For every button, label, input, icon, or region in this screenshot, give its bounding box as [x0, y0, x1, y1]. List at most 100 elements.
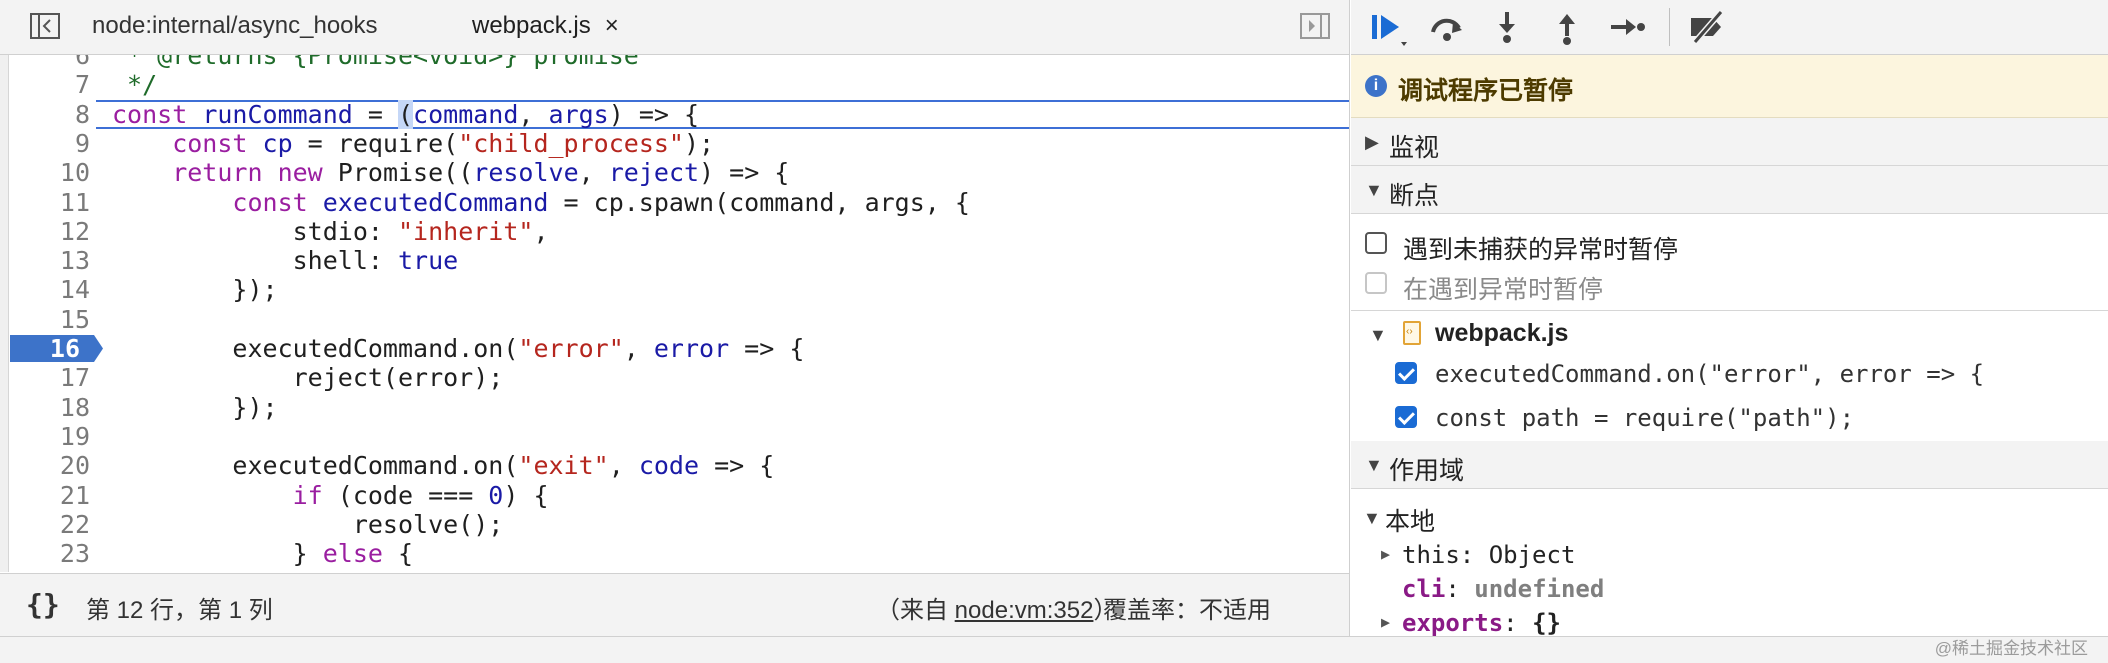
code-line[interactable]: 19	[0, 422, 1349, 451]
property-key: cli	[1402, 575, 1446, 603]
line-number[interactable]: 23	[10, 539, 90, 568]
tab-async-hooks[interactable]: node:internal/async_hooks	[92, 0, 378, 54]
section-scope[interactable]: ▼ 作用域	[1351, 441, 2108, 489]
code-line[interactable]: 9 const cp = require("child_process");	[0, 129, 1349, 158]
step-icon[interactable]	[1607, 8, 1647, 46]
line-number[interactable]: 9	[10, 129, 90, 158]
line-number[interactable]: 8	[10, 100, 90, 129]
code-line[interactable]: 22 resolve();	[0, 510, 1349, 539]
code-line[interactable]: 24 reject();	[0, 568, 1349, 572]
source-link[interactable]: node:vm:352	[955, 597, 1094, 624]
section-breakpoints[interactable]: ▼ 断点	[1351, 166, 2108, 214]
code-line[interactable]: 11 const executedCommand = cp.spawn(comm…	[0, 188, 1349, 217]
code-line[interactable]: 21 if (code === 0) {	[0, 481, 1349, 510]
code-token: resolve();	[112, 509, 504, 539]
line-number[interactable]: 6	[10, 55, 90, 70]
code-token: = cp.spawn(command, args, {	[548, 187, 970, 217]
line-number[interactable]: 7	[10, 70, 90, 99]
scope-property[interactable]: cli: undefined	[1351, 573, 2108, 607]
sidebar-toggle-icon[interactable]	[28, 11, 62, 41]
code-token: =	[352, 99, 398, 129]
code-token: });	[112, 392, 278, 422]
code-token: executedCommand.on(	[112, 451, 519, 481]
breakpoint-file-name: webpack.js	[1435, 319, 1569, 347]
code-line[interactable]: 17 reject(error);	[0, 363, 1349, 392]
close-icon[interactable]: ×	[605, 12, 619, 39]
breakpoint-checkbox[interactable]	[1395, 362, 1417, 384]
breakpoint-checkbox[interactable]	[1395, 406, 1417, 428]
pause-uncaught-row[interactable]: 遇到未捕获的异常时暂停	[1351, 224, 2108, 264]
line-source: * @returns {Promise<void>} promise	[112, 55, 639, 70]
tab-webpack-js[interactable]: webpack.js ×	[472, 0, 619, 54]
line-number[interactable]: 18	[10, 393, 90, 422]
scope-property[interactable]: ▶ this: Object	[1351, 539, 2108, 573]
editor-status-bar: {} 第 12 行，第 1 列 （来自 node:vm:352） 覆盖率：不适用	[0, 573, 1349, 637]
line-number[interactable]: 24	[10, 568, 90, 572]
step-out-icon[interactable]	[1547, 8, 1587, 46]
code-token: executedCommand	[322, 187, 549, 217]
deactivate-breakpoints-icon[interactable]	[1687, 8, 1727, 46]
step-over-icon[interactable]	[1427, 8, 1467, 46]
code-token: executedCommand.on(	[112, 334, 519, 363]
code-token: });	[112, 275, 278, 305]
code-token: "inherit"	[397, 216, 534, 246]
code-token: ,	[533, 216, 549, 246]
step-into-icon[interactable]	[1487, 8, 1527, 46]
line-source: });	[112, 392, 278, 422]
code-token: ,	[578, 158, 609, 188]
code-token: else	[322, 539, 398, 569]
cursor-position: 第 12 行，第 1 列	[86, 597, 273, 624]
code-line[interactable]: 18 });	[0, 393, 1349, 422]
code-token: ,	[623, 334, 654, 363]
code-line[interactable]: 13 shell: true	[0, 246, 1349, 275]
code-line[interactable]: 23 } else {	[0, 539, 1349, 568]
line-number[interactable]: 22	[10, 510, 90, 539]
scope-property[interactable]: ▶ exports: {}	[1351, 607, 2108, 636]
source-origin: （来自 node:vm:352）	[876, 597, 1118, 624]
code-line-current[interactable]: 8 const runCommand = (command, args) => {	[0, 99, 1349, 129]
line-source: reject();	[112, 568, 488, 572]
code-line[interactable]: 16 executedCommand.on("error", error => …	[0, 334, 1349, 363]
line-number[interactable]: 13	[10, 246, 90, 275]
line-source: executedCommand.on("exit", code => {	[112, 451, 774, 480]
line-number[interactable]: 14	[10, 275, 90, 304]
code-view[interactable]: 6 * @returns {Promise<void>} promise 7 */…	[0, 55, 1349, 572]
scope-local-row[interactable]: ▼ 本地	[1351, 496, 2108, 536]
section-watch[interactable]: ▶ 监视	[1351, 118, 2108, 166]
line-number[interactable]: 17	[10, 363, 90, 392]
line-number[interactable]: 15	[10, 305, 90, 334]
pause-caught-label: 在遇到异常时暂停	[1403, 276, 1604, 304]
pretty-print-button[interactable]: {}	[26, 588, 60, 621]
pause-uncaught-checkbox[interactable]	[1365, 232, 1387, 254]
code-line[interactable]: 12 stdio: "inherit",	[0, 217, 1349, 246]
triangle-right-icon: ▶	[1365, 132, 1379, 152]
line-source: shell: true	[112, 246, 459, 275]
line-source: const runCommand = (command, args) => {	[112, 99, 699, 129]
line-number[interactable]: 11	[10, 188, 90, 217]
triangle-down-icon: ▼	[1365, 455, 1383, 475]
debugger-sidebar-toggle-icon[interactable]	[1298, 11, 1332, 41]
code-line[interactable]: 20 executedCommand.on("exit", code => {	[0, 451, 1349, 480]
breakpoint-entry[interactable]: const path = require("path");	[1351, 398, 2108, 438]
line-number[interactable]: 21	[10, 481, 90, 510]
code-token: reject	[608, 158, 700, 188]
code-line[interactable]: 6 * @returns {Promise<void>} promise	[0, 55, 1349, 70]
triangle-right-icon[interactable]: ▶	[1381, 613, 1390, 631]
code-line[interactable]: 7 */	[0, 70, 1349, 99]
code-token: ) {	[503, 480, 549, 510]
triangle-right-icon[interactable]: ▶	[1381, 545, 1390, 563]
code-line[interactable]: 14 });	[0, 275, 1349, 304]
resume-icon[interactable]	[1367, 8, 1407, 46]
breakpoint-entry[interactable]: executedCommand.on("error", error => {	[1351, 354, 2108, 394]
line-number[interactable]: 10	[10, 158, 90, 187]
line-number[interactable]: 12	[10, 217, 90, 246]
line-number[interactable]: 20	[10, 451, 90, 480]
breakpoint-file-row[interactable]: ▼ webpack.js	[1351, 313, 2108, 355]
code-line[interactable]: 10 return new Promise((resolve, reject) …	[0, 158, 1349, 187]
property-value: {}	[1532, 609, 1561, 636]
line-source: });	[112, 275, 278, 305]
code-token: "exit"	[518, 451, 609, 481]
line-number[interactable]: 19	[10, 422, 90, 451]
code-line[interactable]: 15	[0, 305, 1349, 334]
line-number[interactable]: 16	[0, 334, 80, 363]
